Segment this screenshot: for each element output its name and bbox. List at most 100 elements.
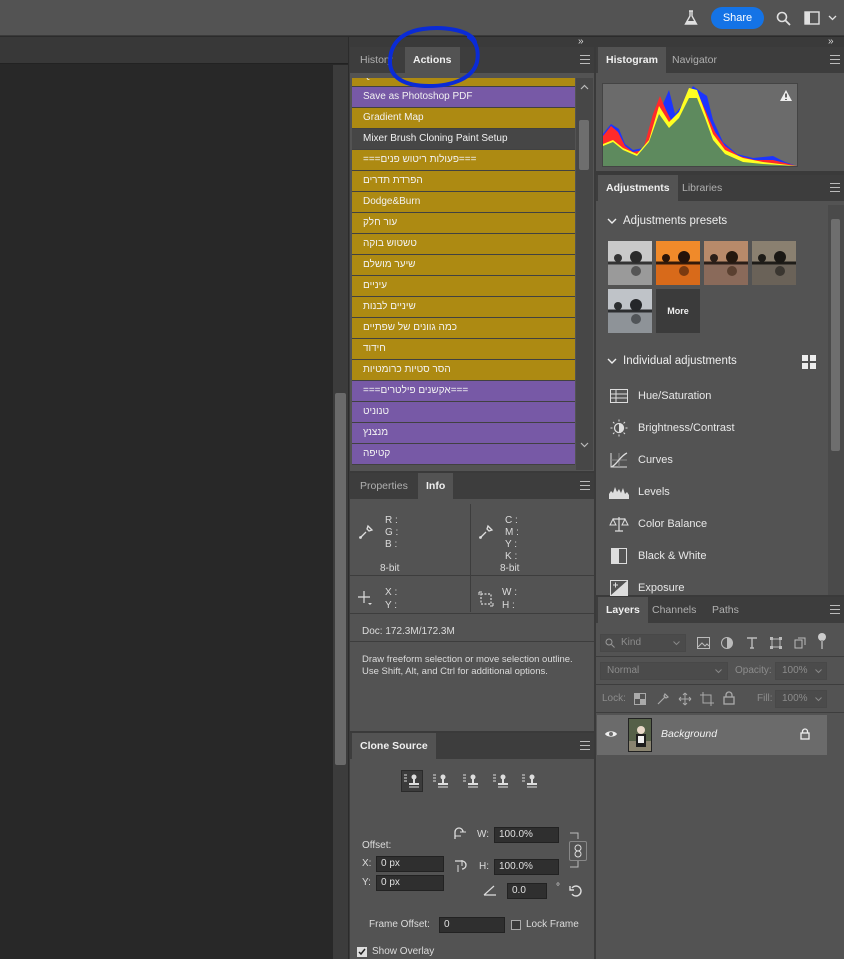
collapse-panels-icon[interactable]: » (578, 36, 583, 47)
height-input[interactable]: 100.0% (494, 859, 559, 875)
frame-offset-input[interactable]: 0 (439, 917, 505, 933)
workspace-icon[interactable] (803, 9, 821, 27)
action-item[interactable]: ===אקשנים פילטרים=== (352, 381, 575, 402)
pixel-layer-filter-icon[interactable] (697, 637, 710, 649)
action-item[interactable]: Gradient Map (352, 108, 575, 129)
shape-layer-filter-icon[interactable] (770, 637, 782, 649)
tab-clone-source[interactable]: Clone Source (352, 733, 436, 759)
clone-source-1-button[interactable] (401, 770, 423, 792)
offset-y-input[interactable]: 0 px (376, 875, 444, 891)
scroll-down-icon[interactable] (580, 442, 589, 448)
tab-histogram[interactable]: Histogram (598, 47, 666, 73)
clone-source-3-button[interactable] (460, 770, 482, 792)
smart-object-filter-icon[interactable] (794, 637, 806, 649)
canvas-vertical-scrollbar[interactable] (333, 65, 348, 959)
action-item[interactable]: טשטוש בוקה (352, 234, 575, 255)
width-input[interactable]: 100.0% (494, 827, 559, 843)
actions-scrollbar[interactable] (576, 78, 593, 470)
document-canvas[interactable] (0, 37, 348, 959)
reset-transform-icon[interactable] (569, 884, 583, 898)
flask-icon[interactable] (682, 9, 700, 27)
warning-icon[interactable] (779, 89, 793, 102)
tab-paths[interactable]: Paths (704, 597, 747, 623)
type-layer-filter-icon[interactable] (746, 637, 758, 649)
tab-channels[interactable]: Channels (644, 597, 704, 623)
opacity-input[interactable]: 100% (775, 662, 827, 680)
action-item[interactable]: קטיפה (352, 444, 575, 465)
scroll-up-icon[interactable] (580, 84, 589, 90)
preset-thumbnail-2[interactable] (656, 241, 700, 285)
preset-thumbnail-5[interactable] (608, 289, 652, 333)
panel-menu-icon[interactable] (830, 55, 840, 64)
tab-adjustments[interactable]: Adjustments (598, 175, 678, 201)
lock-image-pixels-icon[interactable] (656, 692, 670, 706)
action-item[interactable]: Dodge&Burn (352, 192, 575, 213)
tab-properties[interactable]: Properties (352, 473, 416, 499)
adjustment-levels[interactable]: Levels (608, 482, 670, 502)
panel-menu-icon[interactable] (580, 741, 590, 750)
panel-menu-icon[interactable] (580, 55, 590, 64)
search-icon[interactable] (774, 9, 792, 27)
clone-source-4-button[interactable] (490, 770, 512, 792)
eye-visibility-icon[interactable] (604, 729, 618, 739)
lock-icon[interactable] (800, 728, 810, 740)
individual-adjustments-title[interactable]: Individual adjustments (623, 355, 737, 367)
flip-vertical-icon[interactable] (453, 859, 467, 873)
blend-mode-select[interactable]: Normal (600, 662, 728, 680)
action-item[interactable]: שיניים לבנות (352, 297, 575, 318)
tab-navigator[interactable]: Navigator (664, 47, 725, 73)
action-item[interactable]: ===פעולות ריטוש פנים=== (352, 150, 575, 171)
layer-row-background[interactable]: Background (597, 715, 827, 755)
grid-view-icon[interactable] (802, 355, 816, 369)
lock-frame-checkbox[interactable] (511, 920, 521, 930)
fill-input[interactable]: 100% (775, 690, 827, 708)
adjustment-brightness-contrast[interactable]: Brightness/Contrast (608, 418, 735, 438)
action-item[interactable]: עור חלק (352, 213, 575, 234)
action-item[interactable]: מנצנץ (352, 423, 575, 444)
adjustment-black-white[interactable]: Black & White (608, 546, 706, 566)
chevron-down-icon[interactable] (607, 218, 617, 225)
adjustment-color-balance[interactable]: Color Balance (608, 514, 707, 534)
lock-artboard-icon[interactable] (700, 692, 714, 706)
more-presets-button[interactable]: More (656, 289, 700, 333)
lock-all-icon[interactable] (723, 691, 735, 705)
presets-title[interactable]: Adjustments presets (623, 215, 727, 227)
collapse-panels-icon-right[interactable]: » (828, 36, 833, 47)
scroll-thumb[interactable] (831, 219, 840, 451)
panel-menu-icon[interactable] (830, 183, 840, 192)
action-item[interactable]: Mixer Brush Cloning Paint Setup (352, 129, 575, 150)
scroll-thumb[interactable] (579, 120, 589, 170)
preset-thumbnail-1[interactable] (608, 241, 652, 285)
flip-horizontal-icon[interactable] (453, 827, 467, 841)
adjustment-exposure[interactable]: Exposure (608, 578, 684, 598)
adjustment-layer-filter-icon[interactable] (721, 637, 733, 649)
action-item[interactable]: כמה גוונים של שפתיים (352, 318, 575, 339)
action-item[interactable]: הסר סטיות כרומטיות (352, 360, 575, 381)
panel-menu-icon[interactable] (580, 481, 590, 490)
panel-menu-icon[interactable] (830, 605, 840, 614)
action-item[interactable]: טנוניט (352, 402, 575, 423)
adjustment-curves[interactable]: Curves (608, 450, 673, 470)
scroll-thumb[interactable] (335, 393, 346, 765)
show-overlay-checkbox[interactable] (357, 947, 367, 957)
angle-input[interactable]: 0.0 (507, 883, 547, 899)
action-item[interactable]: שיער מושלם (352, 255, 575, 276)
action-item[interactable]: עיניים (352, 276, 575, 297)
clone-source-5-button[interactable] (519, 770, 541, 792)
lock-transparent-pixels-icon[interactable] (634, 693, 646, 705)
chevron-down-icon[interactable] (607, 358, 617, 365)
link-icon[interactable] (569, 841, 587, 861)
tab-libraries[interactable]: Libraries (674, 175, 730, 201)
layer-name[interactable]: Background (661, 728, 717, 740)
tab-layers[interactable]: Layers (598, 597, 648, 623)
share-button[interactable]: Share (711, 7, 764, 29)
adjustment-hue-saturation[interactable]: Hue/Saturation (608, 386, 711, 406)
offset-x-input[interactable]: 0 px (376, 856, 444, 872)
preset-thumbnail-3[interactable] (704, 241, 748, 285)
preset-thumbnail-4[interactable] (752, 241, 796, 285)
action-item[interactable]: חידוד (352, 339, 575, 360)
action-item[interactable]: הפרדת תדרים (352, 171, 575, 192)
chevron-down-icon[interactable] (826, 9, 838, 27)
lock-position-icon[interactable] (678, 692, 692, 706)
adjustments-scrollbar[interactable] (828, 205, 844, 595)
